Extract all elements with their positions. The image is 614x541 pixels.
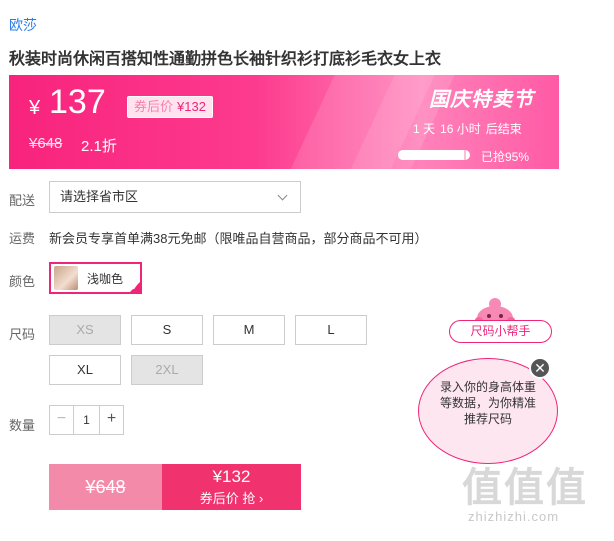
discount-rate: 2.1折 [81, 138, 117, 155]
buy-with-coupon-button[interactable]: ¥132 券后价 抢 › [162, 464, 301, 510]
countdown-days: 1 天 [413, 122, 436, 136]
watermark-url: zhizhizhi.com [468, 509, 560, 524]
sold-progress-fill [398, 150, 467, 160]
delivery-region-select[interactable]: 请选择省市区 [49, 181, 301, 213]
size-option-m[interactable]: M [213, 315, 285, 345]
shipping-info: 新会员专享首单满38元免邮（限唯品自营商品，部分商品不可用） [49, 231, 428, 246]
close-icon[interactable]: ✕ [529, 357, 551, 379]
sold-progress-text: 已抢95% [481, 150, 530, 164]
countdown: 1 天 16 小时 后结束 [413, 120, 527, 137]
coupon-price-tag: 券后价 ¥132 [127, 96, 213, 118]
size-option-xs[interactable]: XS [49, 315, 121, 345]
size-option-s[interactable]: S [131, 315, 203, 345]
size-helper-text: 录入你的身高体重等数据，为你精准推荐尺码 [439, 380, 536, 426]
color-option-selected[interactable]: 浅咖色 ✓ [49, 262, 142, 294]
sold-progress-bar [398, 150, 470, 160]
coupon-price-value: ¥132 [177, 99, 206, 114]
watermark-logo: 值值值 [462, 466, 588, 510]
quantity-decrease-button[interactable]: − [50, 406, 74, 434]
size-option-l[interactable]: L [295, 315, 367, 345]
currency-symbol: ¥ [29, 97, 41, 119]
festival-title: 国庆特卖节 [429, 89, 534, 111]
buy-original-price-button[interactable]: ¥648 [49, 464, 162, 510]
size-helper-tag[interactable]: 尺码小帮手 [449, 320, 552, 343]
size-option-xl[interactable]: XL [49, 355, 121, 385]
buy-coupon-action: 券后价 抢 › [199, 491, 264, 506]
chevron-down-icon [277, 190, 288, 201]
countdown-hours: 16 小时 [440, 122, 481, 136]
quantity-value[interactable]: 1 [74, 406, 99, 434]
price-banner: ¥ 137 券后价 ¥132 ¥648 2.1折 国庆特卖节 1 天 16 小时 后结… [9, 75, 559, 169]
color-swatch-thumbnail [54, 266, 78, 290]
current-price: 137 [49, 83, 106, 121]
buy-coupon-price: ¥132 [212, 467, 251, 486]
color-label: 颜色 [9, 274, 36, 289]
brand-link[interactable]: 欧莎 [9, 15, 37, 35]
size-label: 尺码 [9, 327, 36, 342]
delivery-select-value: 请选择省市区 [60, 189, 139, 204]
countdown-suffix: 后结束 [485, 122, 522, 136]
checkmark-icon: ✓ [131, 282, 139, 292]
color-option-name: 浅咖色 [87, 272, 124, 286]
original-price: ¥648 [29, 135, 63, 152]
product-title: 秋装时尚休闲百搭知性通勤拼色长袖针织衫打底衫毛衣女上衣 [9, 51, 442, 68]
quantity-stepper: − 1 + [49, 405, 124, 435]
delivery-label: 配送 [9, 193, 36, 208]
coupon-price-label: 券后价 [134, 99, 174, 114]
size-option-2xl[interactable]: 2XL [131, 355, 203, 385]
quantity-increase-button[interactable]: + [99, 406, 123, 434]
quantity-label: 数量 [9, 418, 36, 433]
shipping-label: 运费 [9, 231, 36, 246]
